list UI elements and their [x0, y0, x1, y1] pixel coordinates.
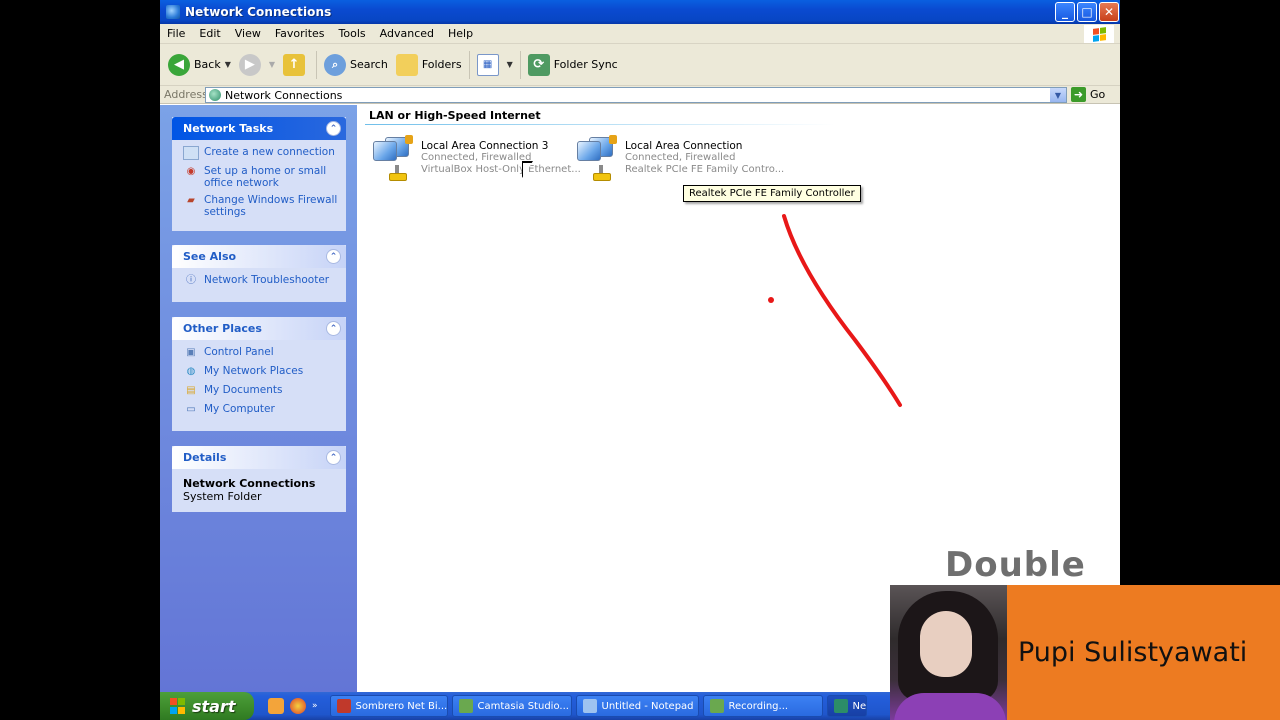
presenter-name-box: Pupi Sulistyawati	[1007, 585, 1280, 720]
red-dot	[768, 297, 774, 303]
presenter-webcam	[890, 585, 1007, 720]
red-arrow-stroke	[782, 214, 902, 407]
presenter-name: Pupi Sulistyawati	[1018, 637, 1248, 668]
